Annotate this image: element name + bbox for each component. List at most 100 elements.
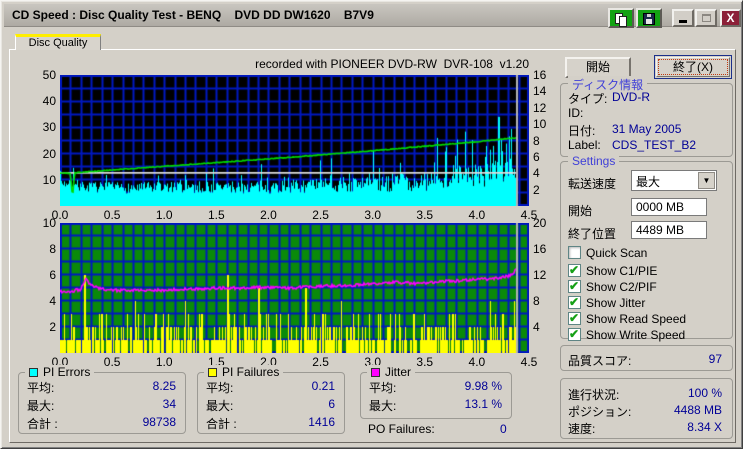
speed-label: 速度:	[568, 422, 596, 436]
quality-score-label: 品質スコア:	[568, 354, 632, 368]
scan-end-input[interactable]: 4489 MB	[631, 221, 707, 239]
disc-date-label: 日付:	[568, 124, 596, 138]
show-write-speed-checkbox-icon[interactable]	[568, 327, 581, 341]
checkbox-quick-scan[interactable]: Quick Scan	[568, 246, 728, 261]
settings-group: Settings 転送速度 最大 ▼ 開始 0000 MB 終了位置 4489 …	[560, 154, 733, 342]
pi-failures-stats-group: 平均: 0.21 最大: 6 合計 : 1416	[197, 372, 345, 434]
minimize-button[interactable]	[672, 9, 694, 27]
x-axis-tick: 4.0	[468, 208, 486, 222]
left-axis-tick: 40	[42, 94, 56, 109]
disc-date-value: 31 May 2005	[612, 122, 682, 136]
jitter-legend-label: Jitter	[385, 365, 412, 379]
pi-errors-avg-label: 平均:	[27, 381, 55, 395]
show-c2-pif-label: Show C2/PIF	[586, 280, 657, 294]
x-axis-tick: 2.5	[312, 208, 329, 222]
show-jitter-checkbox-icon[interactable]	[568, 295, 581, 309]
left-axis-tick: 6	[49, 268, 56, 282]
right-axis-tick: 16	[533, 68, 547, 82]
pi-failures-avg-value: 0.21	[311, 379, 335, 393]
left-axis-tick: 10	[42, 172, 56, 187]
jitter-stats-group: 平均: 9.98 % 最大: 13.1 %	[360, 372, 512, 419]
tab-disc-quality[interactable]: Disc Quality	[15, 34, 101, 50]
checkbox-show-read-speed[interactable]: Show Read Speed	[568, 311, 728, 327]
right-axis-tick: 6	[533, 149, 540, 164]
pi-failures-legend-label: PI Failures	[222, 365, 280, 379]
transfer-rate-value: 最大	[636, 175, 661, 189]
disc-id-label: ID:	[568, 106, 584, 120]
x-axis-tick: 1.0	[155, 355, 173, 369]
right-axis-tick: 20	[533, 216, 547, 230]
transfer-rate-label: 転送速度	[568, 177, 617, 191]
chevron-down-icon[interactable]: ▼	[698, 172, 715, 189]
left-axis-tick: 30	[42, 120, 56, 135]
quick-scan-label: Quick Scan	[586, 246, 648, 260]
left-axis-tick: 50	[42, 68, 56, 82]
pi-errors-legend-swatch	[29, 367, 38, 377]
x-axis-tick: 1.5	[207, 208, 225, 222]
right-axis-tick: 12	[533, 268, 547, 282]
copy-page-front-icon	[619, 16, 627, 27]
right-axis-tick: 12	[533, 100, 547, 115]
position-label: ポジション:	[568, 405, 632, 419]
show-read-speed-checkbox-icon[interactable]	[568, 311, 581, 325]
recorded-with-annotation: recorded with PIONEER DVD-RW DVR-108 v1.…	[255, 57, 529, 71]
transfer-rate-select[interactable]: 最大 ▼	[631, 170, 717, 191]
x-axis-tick: 3.0	[364, 208, 381, 222]
right-axis-tick: 2	[533, 182, 540, 197]
pi-errors-legend: PI Errors	[25, 365, 95, 379]
progress-label: 進行状況:	[568, 388, 620, 402]
start-button[interactable]: 開始	[565, 57, 631, 78]
scan-start-input[interactable]: 0000 MB	[631, 198, 707, 216]
po-failures-value: 0	[500, 422, 507, 436]
pi-failures-avg-label: 平均:	[206, 381, 234, 395]
copy-icon[interactable]	[608, 8, 634, 28]
left-axis-tick: 10	[42, 216, 56, 230]
x-axis-tick: 2.0	[260, 208, 277, 222]
checkbox-show-c1-pie[interactable]: Show C1/PIE	[568, 263, 728, 279]
quick-scan-checkbox-icon[interactable]	[568, 246, 581, 259]
right-axis-tick: 10	[533, 117, 547, 132]
window-title: CD Speed : Disc Quality Test - BENQ DVD …	[12, 8, 374, 22]
show-c2-pif-checkbox-icon[interactable]	[568, 279, 581, 293]
stop-button[interactable]: 終了(X)	[654, 55, 732, 79]
show-c1-pie-label: Show C1/PIE	[586, 264, 658, 278]
checkbox-show-write-speed[interactable]: Show Write Speed	[568, 327, 728, 343]
maximize-icon	[701, 14, 711, 22]
pi-failures-total-label: 合計 :	[206, 417, 237, 431]
pi-errors-avg-value: 8.25	[152, 379, 176, 393]
pi-failures-legend: PI Failures	[204, 365, 284, 379]
tab-label: Disc Quality	[28, 37, 88, 49]
pi-errors-max-label: 最大:	[27, 399, 55, 413]
progress-group: 進行状況: 100 % ポジション: 4488 MB 速度: 8.34 X	[560, 378, 733, 439]
pi-failures-total-value: 1416	[308, 415, 335, 429]
close-button[interactable]: X	[720, 9, 741, 27]
right-axis-tick: 8	[533, 294, 540, 308]
maximize-button[interactable]	[695, 9, 717, 27]
cd-speed-window: CD Speed : Disc Quality Test - BENQ DVD …	[0, 0, 743, 449]
checkbox-show-jitter[interactable]: Show Jitter	[568, 295, 728, 311]
disc-type-label: タイプ:	[568, 92, 608, 106]
x-axis-tick: 2.5	[312, 355, 329, 369]
pi-errors-legend-label: PI Errors	[43, 365, 91, 379]
save-icon[interactable]	[636, 8, 662, 28]
minimize-icon	[679, 20, 687, 23]
x-axis-tick: 1.0	[155, 208, 173, 222]
show-c1-pie-checkbox-icon[interactable]	[568, 263, 581, 277]
jitter-max-value: 13.1 %	[464, 397, 502, 411]
position-value: 4488 MB	[673, 403, 722, 417]
left-axis-tick: 4	[49, 294, 56, 308]
jitter-max-label: 最大:	[369, 399, 397, 413]
show-jitter-label: Show Jitter	[586, 296, 646, 310]
start-button-label: 開始	[585, 60, 610, 74]
quality-score-group: 品質スコア: 97	[560, 345, 733, 371]
left-axis-tick: 8	[49, 242, 56, 256]
pi-failures-max-value: 6	[328, 397, 335, 411]
x-axis-tick: 4.5	[520, 355, 538, 369]
jitter-avg-value: 9.98 %	[464, 379, 502, 393]
right-axis-tick: 14	[533, 84, 547, 99]
checkbox-show-c2-pif[interactable]: Show C2/PIF	[568, 279, 728, 295]
title-bar[interactable]: CD Speed : Disc Quality Test - BENQ DVD …	[4, 4, 741, 28]
settings-group-title: Settings	[568, 154, 620, 168]
jitter-avg-label: 平均:	[369, 381, 397, 395]
left-axis-tick: 2	[49, 320, 56, 334]
